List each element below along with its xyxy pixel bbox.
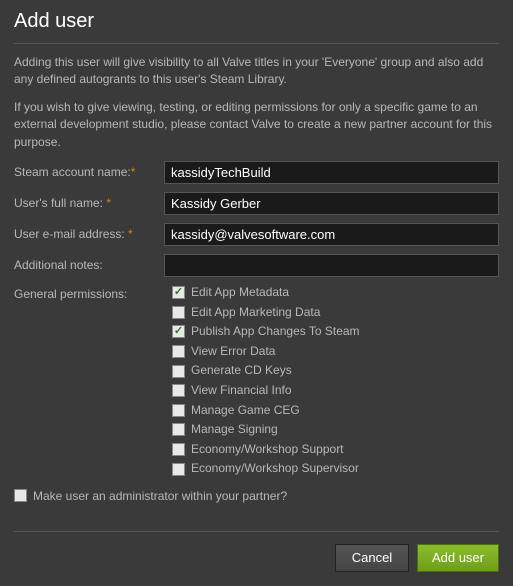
label-permissions: General permissions:: [14, 285, 164, 481]
permission-item: Economy/Workshop Supervisor: [172, 461, 499, 477]
permission-label: Manage Game CEG: [191, 403, 300, 419]
permission-item: Manage Signing: [172, 422, 499, 438]
permission-label: Manage Signing: [191, 422, 278, 438]
row-full-name: User's full name: *: [14, 192, 499, 215]
steam-account-input[interactable]: [164, 161, 499, 184]
permission-item: View Error Data: [172, 344, 499, 360]
label-steam-account: Steam account name:*: [14, 165, 164, 179]
add-user-button[interactable]: Add user: [417, 544, 499, 572]
permission-item: View Financial Info: [172, 383, 499, 399]
permission-checkbox[interactable]: [172, 365, 185, 378]
page-title: Add user: [14, 10, 499, 33]
permission-label: Generate CD Keys: [191, 363, 292, 379]
permission-checkbox[interactable]: [172, 384, 185, 397]
row-steam-account: Steam account name:*: [14, 161, 499, 184]
description-2: If you wish to give viewing, testing, or…: [14, 99, 499, 151]
admin-row: Make user an administrator within your p…: [14, 489, 499, 503]
permissions-list: ✓ Edit App Metadata Edit App Marketing Dat…: [164, 285, 499, 481]
description-1: Adding this user will give visibility to…: [14, 54, 499, 89]
permission-label: Economy/Workshop Supervisor: [191, 461, 359, 477]
footer: Cancel Add user: [14, 531, 499, 572]
permissions-section: General permissions: ✓ Edit App Metadata E…: [14, 285, 499, 481]
permission-checkbox[interactable]: [172, 463, 185, 476]
permission-label: Edit App Marketing Data: [191, 305, 320, 321]
permission-item: Manage Game CEG: [172, 403, 499, 419]
label-full-name: User's full name: *: [14, 196, 164, 210]
row-email: User e-mail address: *: [14, 223, 499, 246]
permission-label: Economy/Workshop Support: [191, 442, 344, 458]
dialog: Add user Adding this user will give visi…: [0, 0, 513, 586]
admin-label: Make user an administrator within your p…: [33, 489, 287, 503]
permission-label: View Error Data: [191, 344, 275, 360]
label-email: User e-mail address: *: [14, 227, 164, 241]
label-notes: Additional notes:: [14, 258, 164, 272]
permission-label: View Financial Info: [191, 383, 292, 399]
permission-checkbox[interactable]: [172, 306, 185, 319]
admin-checkbox[interactable]: [14, 489, 27, 502]
full-name-input[interactable]: [164, 192, 499, 215]
permission-item: Edit App Marketing Data: [172, 305, 499, 321]
permission-label: Edit App Metadata: [191, 285, 289, 301]
permission-checkbox[interactable]: ✓: [172, 286, 185, 299]
permission-item: ✓ Edit App Metadata: [172, 285, 499, 301]
permission-item: Generate CD Keys: [172, 363, 499, 379]
divider: [14, 43, 499, 44]
permission-checkbox[interactable]: [172, 443, 185, 456]
permission-checkbox[interactable]: [172, 404, 185, 417]
permission-checkbox[interactable]: [172, 423, 185, 436]
permission-checkbox[interactable]: ✓: [172, 325, 185, 338]
permission-checkbox[interactable]: [172, 345, 185, 358]
cancel-button[interactable]: Cancel: [335, 544, 409, 572]
row-notes: Additional notes:: [14, 254, 499, 277]
notes-input[interactable]: [164, 254, 499, 277]
permission-label: Publish App Changes To Steam: [191, 324, 360, 340]
email-input[interactable]: [164, 223, 499, 246]
permission-item: Economy/Workshop Support: [172, 442, 499, 458]
permission-item: ✓ Publish App Changes To Steam: [172, 324, 499, 340]
